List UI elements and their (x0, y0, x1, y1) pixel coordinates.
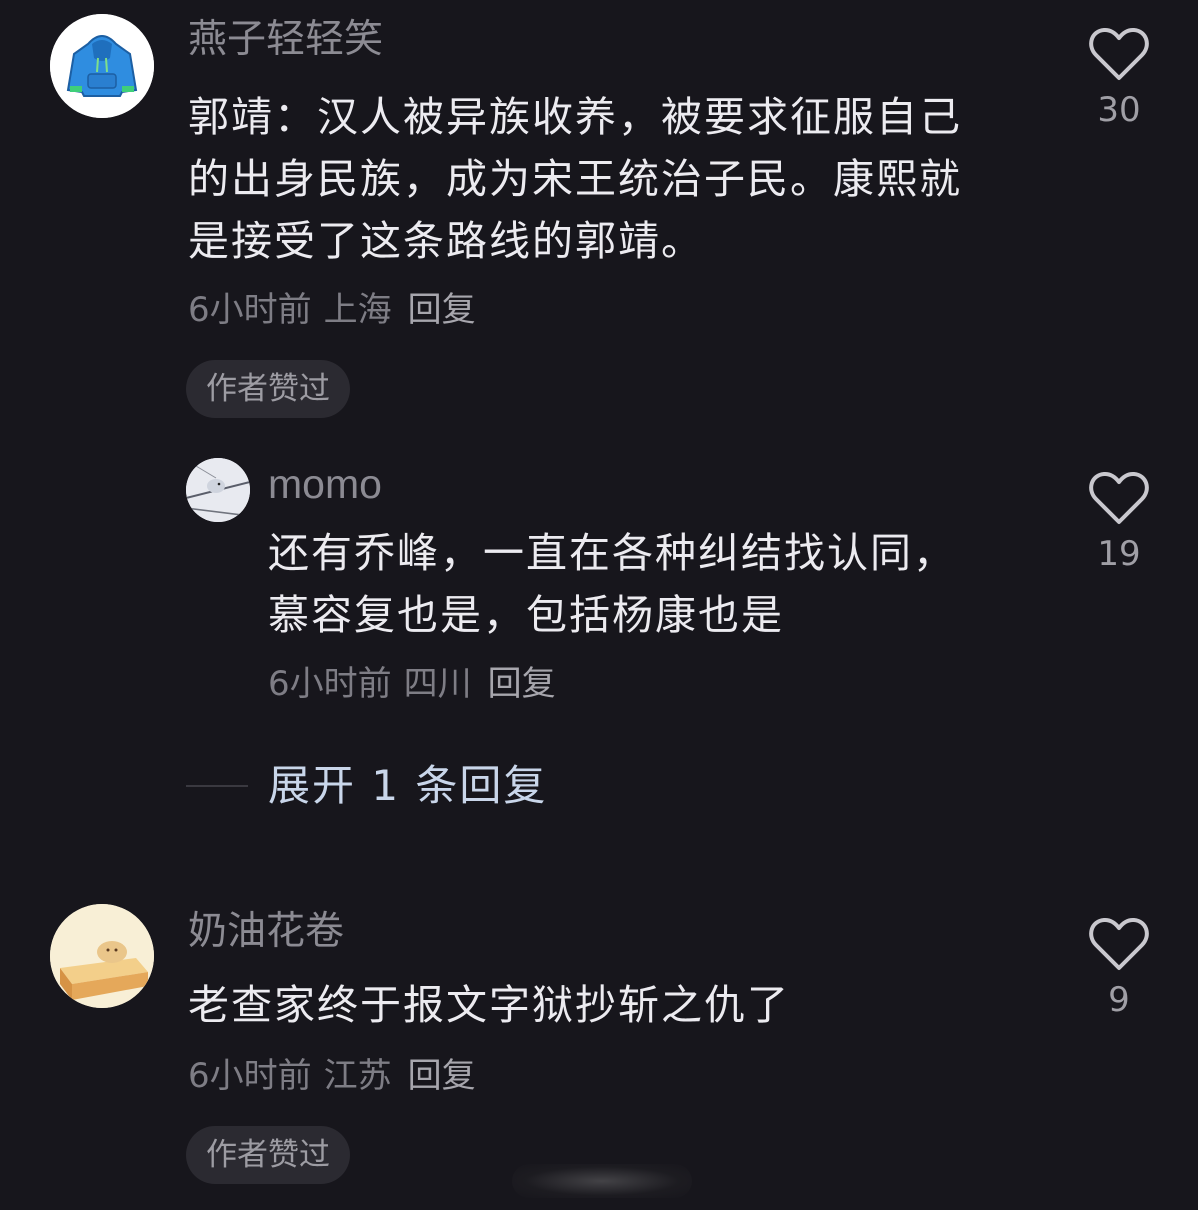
comment-username[interactable]: momo (268, 458, 382, 510)
hoodie-avatar-icon[interactable] (50, 14, 154, 118)
comment-time: 6小时前 (188, 290, 312, 330)
comment-time: 6小时前 (188, 1056, 312, 1096)
heart-outline-icon[interactable] (1088, 470, 1150, 526)
blurred-watermark (512, 1164, 692, 1198)
like-count: 9 (1108, 980, 1130, 1020)
reply-button[interactable]: 回复 (408, 290, 476, 330)
comment-location: 江苏 (323, 1056, 392, 1096)
comment-body: 老查家终于报文字狱抄斩之仇了 (188, 974, 790, 1036)
reply-button[interactable]: 回复 (408, 1056, 476, 1096)
like-count: 30 (1097, 90, 1141, 130)
bird-photo-avatar-icon[interactable] (186, 458, 250, 522)
comment-meta: 6小时前 上海 回复 (188, 288, 476, 332)
comment-location: 上海 (323, 290, 392, 330)
divider (186, 785, 248, 787)
expand-replies-label[interactable]: 展开 1 条回复 (268, 758, 547, 814)
heart-outline-icon[interactable] (1088, 26, 1150, 82)
comment-body: 还有乔峰，一直在各种纠结找认同， 慕容复也是，包括杨康也是 (268, 522, 956, 646)
comment-meta: 6小时前 四川 回复 (268, 662, 556, 706)
comment-body: 郭靖：汉人被异族收养，被要求征服自己 的出身民族，成为宋王统治子民。康熙就 是接… (188, 86, 962, 272)
comment-body-line: 老查家终于报文字狱抄斩之仇了 (188, 981, 790, 1029)
like-button[interactable]: 9 (1084, 916, 1154, 1022)
reply-item: momo 还有乔峰，一直在各种纠结找认同， 慕容复也是，包括杨康也是 6小时前四… (0, 440, 1198, 740)
bread-avatar-icon[interactable] (50, 904, 154, 1008)
comment-item: 燕子轻轻笑 郭靖：汉人被异族收养，被要求征服自己 的出身民族，成为宋王统治子民。… (0, 0, 1198, 440)
author-liked-badge: 作者赞过 (186, 360, 350, 418)
reply-button[interactable]: 回复 (488, 664, 556, 704)
comment-time: 6小时前 (268, 664, 392, 704)
comment-body-line: 是接受了这条路线的郭靖。 (188, 217, 704, 265)
comment-meta: 6小时前 江苏 回复 (188, 1054, 476, 1098)
comment-item: 奶油花卷 老查家终于报文字狱抄斩之仇了 6小时前 江苏 回复 作者赞过 9 (0, 896, 1198, 1210)
comment-body-line: 慕容复也是，包括杨康也是 (268, 591, 784, 639)
author-liked-badge: 作者赞过 (186, 1126, 350, 1184)
expand-replies-button[interactable]: 展开 1 条回复 (186, 758, 547, 814)
heart-outline-icon[interactable] (1088, 916, 1150, 972)
comment-location: 四川 (403, 664, 472, 704)
comment-body-line: 郭靖：汉人被异族收养，被要求征服自己 (188, 93, 962, 141)
comment-body-line: 还有乔峰，一直在各种纠结找认同， (268, 529, 956, 577)
like-button[interactable]: 30 (1084, 26, 1154, 132)
comment-username[interactable]: 燕子轻轻笑 (188, 14, 383, 66)
comment-username[interactable]: 奶油花卷 (188, 906, 344, 958)
like-button[interactable]: 19 (1084, 470, 1154, 576)
like-count: 19 (1097, 534, 1141, 574)
comment-body-line: 的出身民族，成为宋王统治子民。康熙就 (188, 155, 962, 203)
